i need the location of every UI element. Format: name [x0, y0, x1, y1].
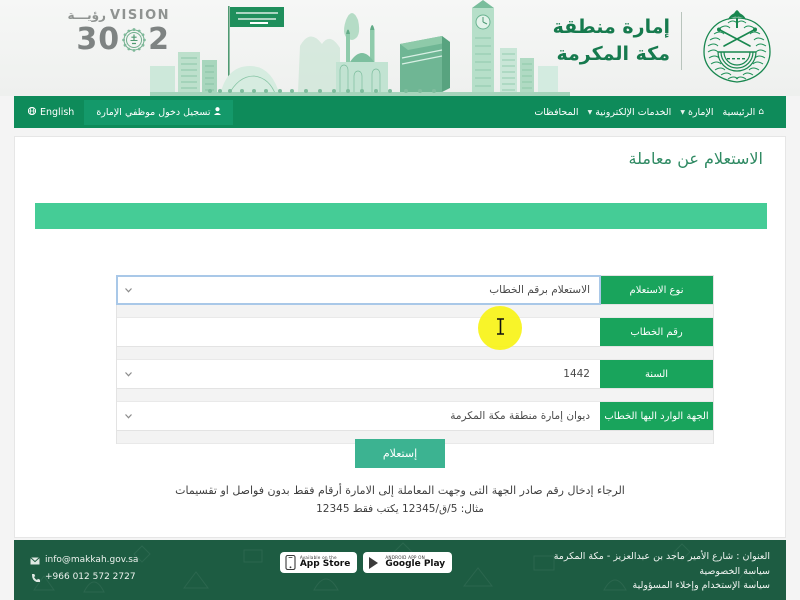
nav-item-governorates[interactable]: المحافظات: [534, 107, 578, 118]
form-row-spacer-2: [117, 347, 713, 360]
form-helper-note-line1: الرجاء إدخال رقم صادر الجهة التى وجهت ال…: [175, 484, 625, 497]
app-store-big: App Store: [299, 558, 351, 569]
form-row-receiving-entity: الجهة الوارد اليها الخطاب ديوان إمارة من…: [117, 402, 713, 431]
form-row-spacer-1: [117, 305, 713, 318]
footer-inner: العنوان : شارع الأمير ماجد بن عبدالعزيز …: [14, 540, 786, 600]
footer-email-line[interactable]: info@makkah.gov.sa: [30, 552, 220, 569]
nav-item-eservices-label: الخدمات الإلكترونية: [595, 106, 672, 118]
nav-item-eservices[interactable]: الخدمات الإلكترونية ▼: [588, 107, 672, 118]
select-inquiry-type-value: الاستعلام برقم الخطاب: [489, 284, 590, 296]
form-helper-note-line2: مثال: 5/ق/12345 يكتب فقط 12345: [316, 502, 484, 515]
inquiry-submit-button[interactable]: إستعلام: [354, 439, 446, 468]
user-icon: [214, 106, 222, 118]
main-content-panel: الاستعلام عن معاملة نوع الاستعلام الاستع…: [14, 136, 786, 538]
form-row-spacer-3: [117, 389, 713, 402]
select-year[interactable]: 1442: [117, 360, 600, 388]
status-banner: [35, 203, 767, 229]
footer-usage-link[interactable]: سياسة الإستخدام وإخلاء المسؤولية: [512, 579, 770, 594]
nav-item-home[interactable]: ⌂ الرئيسية: [723, 107, 764, 118]
select-year-value: 1442: [563, 368, 590, 380]
ministry-of-interior-emblem: [694, 6, 780, 88]
staff-login-button[interactable]: تسجيل دخول موظفي الإمارة: [84, 99, 234, 125]
label-year: السنة: [600, 360, 713, 388]
nav-utilities: تسجيل دخول موظفي الإمارة English: [27, 99, 234, 125]
footer-phone-line[interactable]: +966 012 572 2727: [30, 569, 220, 586]
form-helper-note: الرجاء إدخال رقم صادر الجهة التى وجهت ال…: [15, 482, 785, 519]
emirate-title-line1: إمارة منطقة: [552, 16, 670, 38]
label-receiving-entity: الجهة الوارد اليها الخطاب: [600, 402, 713, 430]
vision-label-ar: رؤيـــة: [67, 8, 106, 22]
chevron-down-icon: [124, 370, 133, 379]
makkah-skyline-illustration: [150, 0, 570, 96]
form-row-year: السنة 1442: [117, 360, 713, 389]
site-footer: العنوان : شارع الأمير ماجد بن عبدالعزيز …: [14, 540, 786, 600]
globe-icon: [27, 106, 37, 118]
envelope-icon: [30, 556, 40, 566]
select-inquiry-type[interactable]: الاستعلام برقم الخطاب: [116, 275, 601, 305]
language-switch-button[interactable]: English: [27, 106, 75, 118]
google-play-icon: [368, 556, 381, 570]
select-receiving-entity[interactable]: ديوان إمارة منطقة مكة المكرمة: [117, 402, 600, 430]
site-header: VISION رؤيـــة 2 30 إمارة منطقة مكة المك…: [0, 0, 800, 96]
label-inquiry-type: نوع الاستعلام: [600, 276, 713, 304]
page-root: VISION رؤيـــة 2 30 إمارة منطقة مكة المك…: [0, 0, 800, 600]
google-play-badge[interactable]: ANDROID APP ON Google Play: [363, 552, 453, 573]
inquiry-form: نوع الاستعلام الاستعلام برقم الخطاب رقم …: [116, 275, 714, 444]
submit-row: إستعلام: [15, 439, 785, 468]
form-row-inquiry-type: نوع الاستعلام الاستعلام برقم الخطاب: [116, 275, 713, 305]
nav-item-home-label: الرئيسية: [722, 106, 756, 118]
google-play-text: ANDROID APP ON Google Play: [385, 555, 446, 570]
chevron-down-icon: ▼: [587, 108, 593, 116]
app-store-text: Available on the App Store: [299, 555, 351, 570]
label-letter-number: رقم الخطاب: [600, 318, 713, 346]
app-store-icon: [285, 555, 296, 570]
footer-app-badges: ANDROID APP ON Google Play Available on …: [220, 550, 512, 573]
nav-item-emirate[interactable]: الإمارة ▼: [680, 107, 713, 118]
nav-item-governorates-label: المحافظات: [534, 106, 579, 118]
footer-phone: +966 012 572 2727: [45, 572, 136, 583]
emirate-title-line2: مكة المكرمة: [556, 42, 671, 65]
header-inner: VISION رؤيـــة 2 30 إمارة منطقة مكة المك…: [0, 0, 800, 96]
chevron-down-icon: [124, 412, 133, 421]
app-store-badge[interactable]: Available on the App Store: [279, 552, 358, 573]
footer-privacy-link[interactable]: سياسة الخصوصية: [512, 565, 770, 580]
vision-year-right: 30: [76, 22, 121, 57]
nav-links: ⌂ الرئيسية الإمارة ▼ الخدمات الإلكترونية…: [534, 107, 764, 118]
select-receiving-entity-value: ديوان إمارة منطقة مكة المكرمة: [450, 410, 590, 422]
form-row-letter-number: رقم الخطاب: [117, 318, 713, 347]
chevron-down-icon: ▼: [680, 108, 685, 116]
staff-login-label: تسجيل دخول موظفي الإمارة: [96, 106, 211, 118]
chevron-down-icon: [124, 286, 133, 295]
google-play-big: Google Play: [385, 558, 446, 569]
header-divider: [681, 12, 682, 70]
footer-address: العنوان : شارع الأمير ماجد بن عبدالعزيز …: [553, 551, 770, 562]
emirate-title: إمارة منطقة مكة المكرمة: [553, 14, 670, 67]
page-title: الاستعلام عن معاملة: [628, 149, 763, 168]
vision-2030-emblem: [121, 27, 147, 53]
input-letter-number[interactable]: [117, 318, 600, 346]
phone-icon: [30, 573, 40, 583]
footer-email: info@makkah.gov.sa: [45, 555, 139, 565]
main-navigation: ⌂ الرئيسية الإمارة ▼ الخدمات الإلكترونية…: [14, 96, 786, 128]
home-icon: ⌂: [758, 107, 764, 117]
footer-contact-block: info@makkah.gov.sa +966 012 572 2727: [30, 550, 220, 586]
language-label: English: [40, 106, 75, 118]
nav-item-emirate-label: الإمارة: [687, 106, 714, 118]
footer-address-block: العنوان : شارع الأمير ماجد بن عبدالعزيز …: [512, 550, 770, 594]
